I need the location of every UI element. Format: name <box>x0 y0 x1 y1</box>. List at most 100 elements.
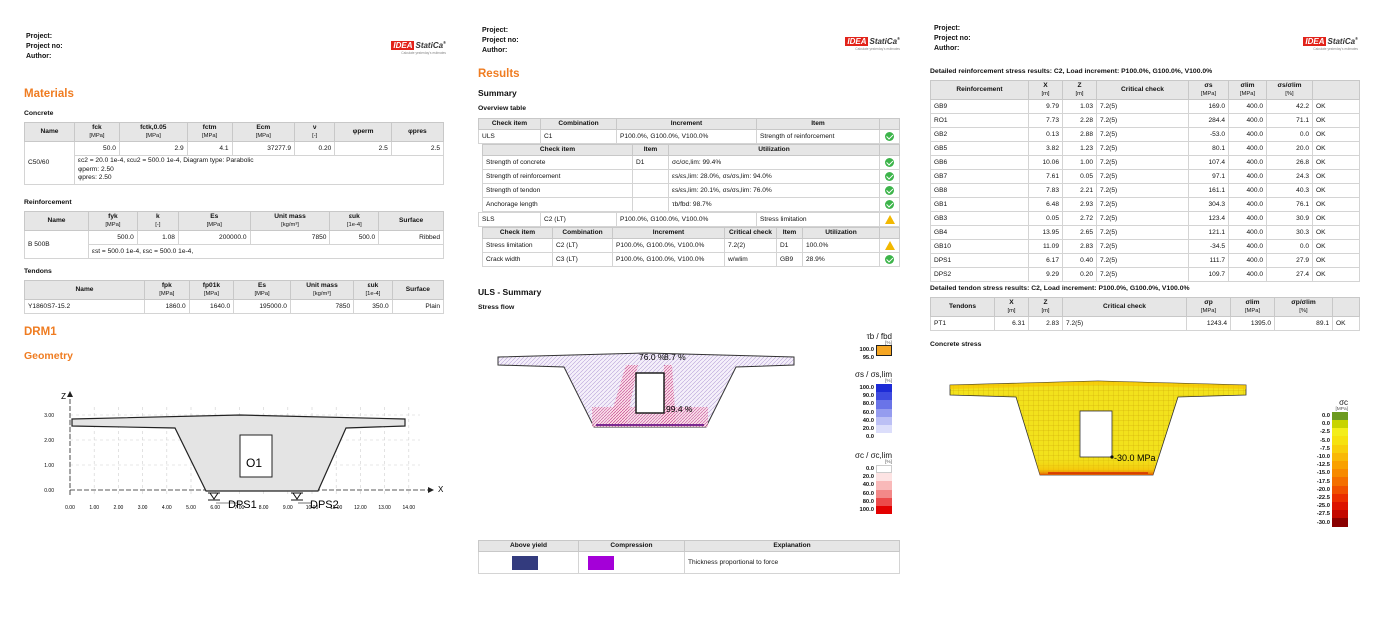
table-row: Strength of concrete D1 σc/σc,lim: 99.4% <box>482 155 900 170</box>
ideastatica-logo: IDEA StatiCa® Calculate yesterday's estim… <box>391 40 446 55</box>
legend-entry: -20.0 <box>1298 485 1348 494</box>
legend-tb-fbd: τb / fbd [%] 100.0 95.0 <box>859 332 892 362</box>
concrete-table: Name fck [MPa] fctk,0.05 [MPa] fctm [MPa] E… <box>24 122 445 185</box>
table-row: GB2 0.13 2.88 7.2(5) -53.0 400.0 0.0 OK <box>930 127 1360 142</box>
compression-swatch <box>588 555 614 570</box>
stress-opening <box>1079 410 1113 458</box>
tendons-table: Name fpk [MPa] fp01k [MPa] Es [MPa] Unit ma… <box>24 280 445 314</box>
flow-label-c: 99.4 % <box>666 404 693 414</box>
x-tick: 5.00 <box>186 505 196 511</box>
results-title: Results <box>478 68 520 80</box>
check-ok-icon <box>885 254 894 264</box>
x-tick: 4.00 <box>162 505 172 511</box>
stress-label: -30.0 MPa <box>1114 453 1156 463</box>
warning-icon <box>884 240 895 250</box>
reinforcement-title: Reinforcement <box>24 199 72 206</box>
tendon-results-table: Tendons X [m] Z [m] Critical check σp [MPa]… <box>930 297 1360 331</box>
x-tick: 0.00 <box>65 505 75 511</box>
explanation-table: Above yield Compression Explanation Thic… <box>478 540 900 574</box>
table-row: GB7 7.61 0.05 7.2(5) 97.1 400.0 24.3 OK <box>930 169 1360 184</box>
tendon-results-title: Detailed tendon stress results: C2, Load… <box>930 285 1190 292</box>
check-ok-icon <box>885 185 894 195</box>
legend-entry: -12.5 <box>1298 461 1348 470</box>
table-row: RO1 7.73 2.28 7.2(5) 284.4 400.0 71.1 OK <box>930 113 1360 128</box>
project-label: Project: <box>934 25 961 32</box>
table-row: Thickness proportional to force <box>478 551 900 574</box>
drm1-title: DRM1 <box>24 326 57 338</box>
warning-icon <box>884 214 895 224</box>
table-row: GB3 0.05 2.72 7.2(5) 123.4 400.0 30.9 OK <box>930 211 1360 226</box>
summary-title: Summary <box>478 88 517 98</box>
reinforcement-table: Name fyk [MPa] k [-] Es [MPa] Unit mass [kg/… <box>24 211 444 259</box>
col-fctm: fctm [MPa] <box>186 122 233 142</box>
col-phi-perm: φperm <box>334 122 392 142</box>
dps2-label: DPS2 <box>310 499 339 511</box>
table-row: C50/60 50.0 2.9 4.1 37277.9 0.20 2.5 2.5 <box>24 141 445 185</box>
flow-label-b: 8.7 % <box>664 352 686 362</box>
legend-entry: -10.0 <box>1298 452 1348 462</box>
overview-title: Overview table <box>478 105 526 112</box>
col-name: Name <box>24 122 75 142</box>
z-tick: 2.00 <box>44 438 54 444</box>
table-row: Anchorage length τb/fbd: 98.7% <box>482 197 900 212</box>
dps1-label: DPS1 <box>228 499 257 511</box>
reinforcement-results-table: Reinforcement X [m] Z [m] Critical check σ… <box>930 80 1360 282</box>
geometry-drawing: Z X 3.00 2.00 1.00 0.00 0.00 1.00 2.00 3.00… <box>44 391 444 511</box>
table-row: Strength of reinforcement εs/εs,lim: 28.0… <box>482 169 900 184</box>
report-page-2: Project: Project no: Author: IDEA StatiCa… <box>476 0 902 630</box>
col-nu: ν [-] <box>294 122 336 142</box>
flow-label-a: 76.0 % <box>639 352 666 362</box>
concrete-stress-title: Concrete stress <box>930 341 982 348</box>
check-ok-icon <box>885 171 894 181</box>
z-tick: 3.00 <box>44 413 54 419</box>
x-tick: 1.00 <box>89 505 99 511</box>
table-row: Y1860S7-15.2 1860.0 1640.0 195000.0 7850… <box>24 299 445 314</box>
x-tick: 13.00 <box>378 505 391 511</box>
concrete-title: Concrete <box>24 110 54 117</box>
page-header: Project: Project no: Author: <box>934 24 971 54</box>
x-tick: 3.00 <box>138 505 148 511</box>
legend-entry: -17.5 <box>1298 477 1348 486</box>
legend-entry: -27.5 <box>1298 510 1348 519</box>
x-tick: 6.00 <box>210 505 220 511</box>
table-row: GB5 3.82 1.23 7.2(5) 80.1 400.0 20.0 OK <box>930 141 1360 156</box>
legend-entry: -7.5 <box>1298 444 1348 454</box>
legend-entry: -22.5 <box>1298 493 1348 503</box>
table-row: SLS C2 (LT) P100.0%, G100.0%, V100.0% St… <box>478 212 900 227</box>
legend-entry: 0.0 <box>1298 411 1348 421</box>
opening-label: O1 <box>246 456 262 470</box>
x-tick: 14.00 <box>403 505 416 511</box>
z-tick: 0.00 <box>44 488 54 494</box>
overview-table: Check item Combination Increment Item UL… <box>478 118 900 267</box>
table-row: GB8 7.83 2.21 7.2(5) 161.1 400.0 40.3 OK <box>930 183 1360 198</box>
table-row: εc2 = 20.0 1e-4, εcu2 = 500.0 1e-4, Diag… <box>25 155 444 185</box>
axis-x-label: X <box>438 485 444 494</box>
col-fck: fck [MPa] <box>74 122 120 142</box>
concrete-stress-drawing: -30.0 MPa <box>949 380 1247 476</box>
x-tick: 2.00 <box>114 505 124 511</box>
table-row: Strength of tendon εs/εs,lim: 20.1%, σs/σ… <box>482 183 900 198</box>
cross-section-outline <box>71 414 406 492</box>
table-row: Crack width C3 (LT) P100.0%, G100.0%, V100… <box>482 252 900 267</box>
table-row: GB9 9.79 1.03 7.2(5) 169.0 400.0 42.2 OK <box>930 99 1360 114</box>
flow-opening <box>635 372 665 414</box>
col-ecm: Ecm [MPa] <box>231 122 296 142</box>
check-ok-icon <box>885 199 894 209</box>
reinforcement-results-title: Detailed reinforcement stress results: C… <box>930 68 1213 75</box>
table-row: GB6 10.06 1.00 7.2(5) 107.4 400.0 26.8 OK <box>930 155 1360 170</box>
page-header: Project: Project no: Author: <box>482 26 519 56</box>
x-tick: 9.00 <box>283 505 293 511</box>
x-tick: 8.00 <box>259 505 269 511</box>
author-label: Author: <box>482 47 508 54</box>
ideastatica-logo: IDEA StatiCa® Calculate yesterday's estim… <box>1303 36 1358 51</box>
author-label: Author: <box>26 53 52 60</box>
table-row: ULS C1 P100.0%, G100.0%, V100.0% Strengt… <box>478 129 900 144</box>
col-fctk: fctk,0.05 [MPa] <box>118 122 188 142</box>
page-header: Project: Project no: Author: <box>26 32 63 62</box>
z-ticks: 3.00 2.00 1.00 0.00 <box>44 413 54 494</box>
geometry-title: Geometry <box>24 350 74 362</box>
legend-concrete-stress: σc [MPa] 0.0 0.0 -2.5 -5.0 -7.5 -10.0 -12.5 -15.… <box>1298 398 1348 527</box>
materials-title: Materials <box>24 88 74 100</box>
table-row: Stress limitation C2 (LT) P100.0%, G100.0%… <box>482 238 900 253</box>
x-tick: 12.00 <box>354 505 367 511</box>
